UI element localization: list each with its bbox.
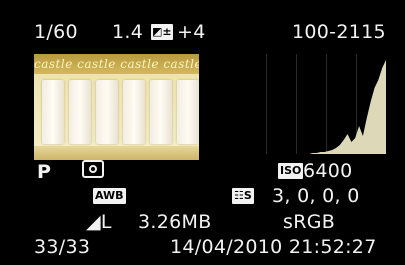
- picture-style-icon: ☷S: [232, 188, 254, 204]
- exposure-compensation-value: +4: [177, 21, 206, 43]
- exposure-compensation-icon: ◩±: [151, 24, 173, 40]
- image-counter: 33/33: [34, 236, 91, 258]
- thumbnail-column: [42, 80, 64, 144]
- date-time: 14/04/2010 21:52:27: [170, 236, 377, 258]
- thumbnail-banner-text: castle castle castle castle castle: [34, 54, 199, 74]
- thumbnail-column: [69, 80, 91, 144]
- aperture: 1.4: [112, 21, 144, 43]
- shooting-mode: P: [37, 161, 52, 183]
- image-thumbnail: castle castle castle castle castle: [34, 54, 199, 160]
- folder-file-number: 100-2115: [292, 21, 386, 43]
- color-space: sRGB: [283, 211, 336, 233]
- thumbnail-column: [123, 80, 145, 144]
- shutter-speed: 1/60: [34, 21, 78, 43]
- iso-label: ISO: [278, 163, 304, 179]
- image-quality: ◢L: [86, 211, 112, 233]
- file-size: 3.26MB: [138, 211, 212, 233]
- thumbnail-column: [96, 80, 118, 144]
- thumbnail-column: [150, 80, 172, 144]
- histogram-graph: [236, 60, 386, 154]
- picture-style-parameters: 3, 0, 0, 0: [272, 185, 360, 207]
- brightness-histogram: [236, 54, 386, 154]
- histogram-area: [236, 60, 386, 154]
- metering-mode-icon: [82, 160, 104, 178]
- thumbnail-column: [177, 80, 199, 144]
- playback-info-screen: 1/60 1.4 ◩± +4 100-2115 castle castle ca…: [0, 0, 405, 265]
- white-balance-icon: AWB: [93, 188, 126, 204]
- iso-value: 6400: [303, 160, 353, 182]
- thumbnail-base: [34, 146, 199, 160]
